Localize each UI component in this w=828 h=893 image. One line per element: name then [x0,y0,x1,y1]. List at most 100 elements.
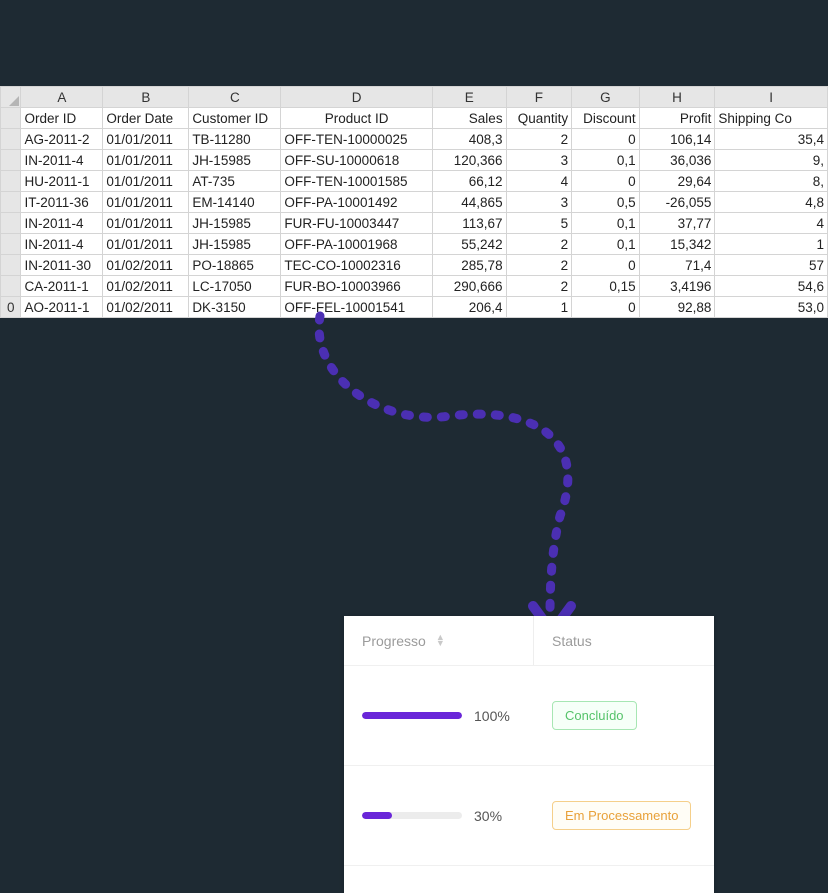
cell[interactable]: 1 [506,297,572,318]
col-header[interactable]: D [281,87,432,108]
cell[interactable]: 4 [715,213,828,234]
cell[interactable]: 01/02/2011 [103,276,189,297]
col-header[interactable]: H [639,87,715,108]
cell[interactable]: 01/01/2011 [103,129,189,150]
field-name-cell[interactable]: Product ID [281,108,432,129]
cell[interactable]: 0 [572,171,640,192]
cell[interactable]: 3 [506,192,572,213]
field-name-cell[interactable]: Discount [572,108,640,129]
cell[interactable]: 290,666 [432,276,506,297]
row-header[interactable] [1,171,21,192]
col-header[interactable]: G [572,87,640,108]
cell[interactable]: 2 [506,129,572,150]
cell[interactable]: OFF-PA-10001968 [281,234,432,255]
row-header[interactable]: 0 [1,297,21,318]
cell[interactable]: 0 [572,255,640,276]
cell[interactable]: 9, [715,150,828,171]
col-header[interactable]: F [506,87,572,108]
cell[interactable]: AT-735 [189,171,281,192]
cell[interactable]: OFF-PA-10001492 [281,192,432,213]
cell[interactable]: JH-15985 [189,234,281,255]
row-header[interactable] [1,213,21,234]
col-header[interactable]: B [103,87,189,108]
cell[interactable]: 5 [506,213,572,234]
field-name-cell[interactable]: Shipping Co [715,108,828,129]
col-header[interactable]: A [21,87,103,108]
cell[interactable]: 2 [506,255,572,276]
cell[interactable]: AO-2011-1 [21,297,103,318]
header-status[interactable]: Status [534,633,714,649]
field-name-cell[interactable]: Customer ID [189,108,281,129]
col-header[interactable]: E [432,87,506,108]
cell[interactable]: FUR-BO-10003966 [281,276,432,297]
cell[interactable]: 01/01/2011 [103,234,189,255]
cell[interactable]: 01/01/2011 [103,192,189,213]
cell[interactable]: 57 [715,255,828,276]
row-header[interactable] [1,129,21,150]
cell[interactable]: 1 [715,234,828,255]
cell[interactable]: 55,242 [432,234,506,255]
cell[interactable]: 0,15 [572,276,640,297]
cell[interactable]: OFF-SU-10000618 [281,150,432,171]
col-header[interactable]: I [715,87,828,108]
cell[interactable]: EM-14140 [189,192,281,213]
row-header[interactable] [1,150,21,171]
cell[interactable]: 29,64 [639,171,715,192]
cell[interactable]: 0,1 [572,150,640,171]
cell[interactable]: 0 [572,129,640,150]
cell[interactable]: 2 [506,234,572,255]
cell[interactable]: 01/01/2011 [103,213,189,234]
cell[interactable]: AG-2011-2 [21,129,103,150]
cell[interactable]: FUR-FU-10003447 [281,213,432,234]
spreadsheet-grid[interactable]: A B C D E F G H I Order IDOrder DateCust… [0,86,828,318]
cell[interactable]: 0,5 [572,192,640,213]
field-name-cell[interactable]: Order Date [103,108,189,129]
cell[interactable]: 4,8 [715,192,828,213]
row-header[interactable] [1,234,21,255]
cell[interactable]: IN-2011-4 [21,234,103,255]
cell[interactable]: 53,0 [715,297,828,318]
cell[interactable]: -26,055 [639,192,715,213]
cell[interactable]: 01/01/2011 [103,171,189,192]
field-name-cell[interactable]: Profit [639,108,715,129]
cell[interactable]: 44,865 [432,192,506,213]
cell[interactable]: TB-11280 [189,129,281,150]
field-name-cell[interactable]: Sales [432,108,506,129]
cell[interactable]: 106,14 [639,129,715,150]
sort-icon[interactable]: ▲▼ [436,635,445,647]
row-header[interactable] [1,255,21,276]
cell[interactable]: OFF-FEL-10001541 [281,297,432,318]
cell[interactable]: 35,4 [715,129,828,150]
cell[interactable]: 4 [506,171,572,192]
cell[interactable]: 54,6 [715,276,828,297]
cell[interactable]: DK-3150 [189,297,281,318]
cell[interactable]: 408,3 [432,129,506,150]
cell[interactable]: OFF-TEN-10000025 [281,129,432,150]
cell[interactable]: 3,4196 [639,276,715,297]
cell[interactable]: 113,67 [432,213,506,234]
select-all-corner[interactable] [1,87,21,108]
field-name-cell[interactable]: Order ID [21,108,103,129]
cell[interactable]: 8, [715,171,828,192]
field-name-cell[interactable]: Quantity [506,108,572,129]
cell[interactable]: 120,366 [432,150,506,171]
cell[interactable]: 0 [572,297,640,318]
cell[interactable]: TEC-CO-10002316 [281,255,432,276]
cell[interactable]: 3 [506,150,572,171]
cell[interactable]: 01/01/2011 [103,150,189,171]
cell[interactable]: OFF-TEN-10001585 [281,171,432,192]
cell[interactable]: IN-2011-4 [21,150,103,171]
cell[interactable]: 36,036 [639,150,715,171]
cell[interactable]: 206,4 [432,297,506,318]
cell[interactable]: HU-2011-1 [21,171,103,192]
cell[interactable]: IN-2011-30 [21,255,103,276]
cell[interactable]: IT-2011-36 [21,192,103,213]
col-header[interactable]: C [189,87,281,108]
cell[interactable]: 71,4 [639,255,715,276]
row-header[interactable] [1,276,21,297]
cell[interactable]: 0,1 [572,234,640,255]
cell[interactable]: LC-17050 [189,276,281,297]
cell[interactable]: PO-18865 [189,255,281,276]
cell[interactable]: 2 [506,276,572,297]
cell[interactable]: 92,88 [639,297,715,318]
